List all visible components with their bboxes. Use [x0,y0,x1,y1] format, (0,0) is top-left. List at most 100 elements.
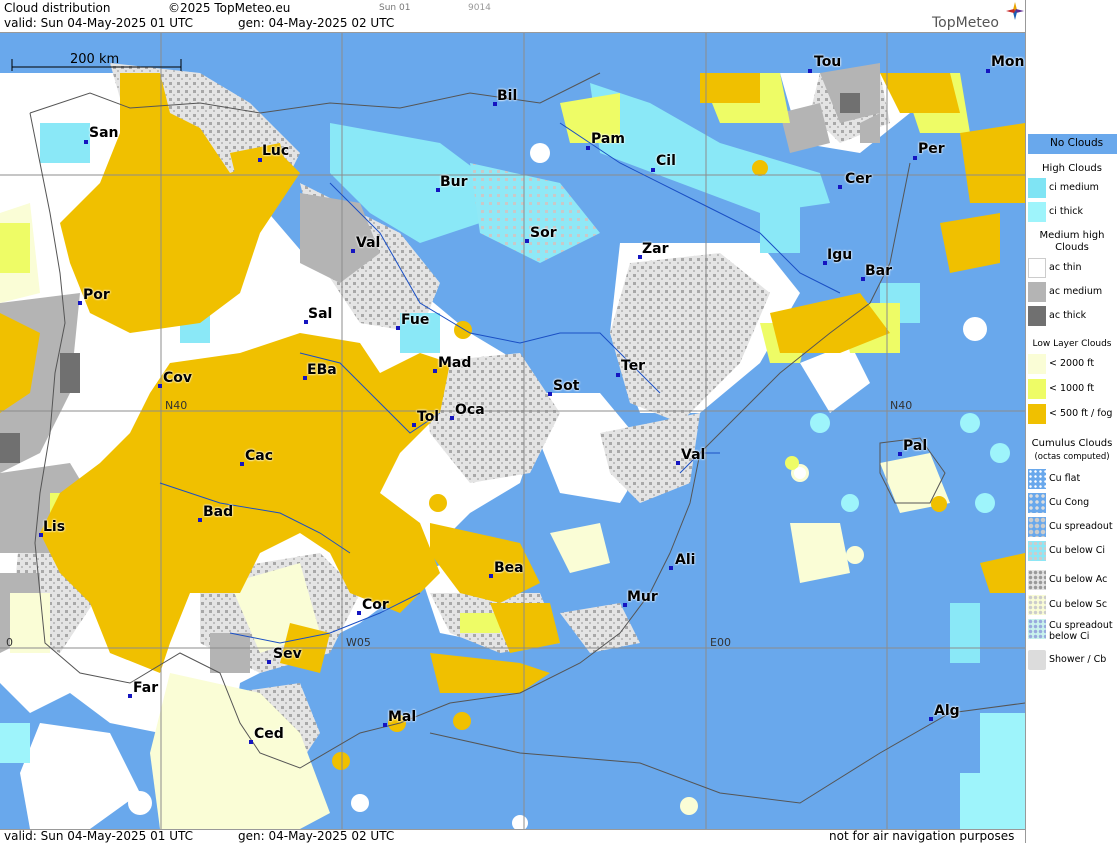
city-label[interactable]: Bea [494,560,524,576]
city-label[interactable]: Ali [675,552,695,568]
city-marker [489,574,493,578]
city-label[interactable]: Per [918,141,945,157]
city-label[interactable]: Bil [497,88,517,104]
city-label[interactable]: Fue [401,312,429,328]
city-label[interactable]: Mad [438,355,471,371]
city-label[interactable]: Tol [417,409,439,425]
city-label[interactable]: Zar [642,241,669,257]
city-label[interactable]: Val [681,447,705,463]
city-label[interactable]: San [89,125,119,141]
grid-label-w05: W05 [346,636,371,649]
legend-cumulus-sub: (octas computed) [1034,452,1110,462]
city-label[interactable]: Igu [827,247,852,263]
legend-cu-flat: Cu flat [1026,468,1117,490]
city-marker [548,392,552,396]
city-marker [586,146,590,150]
city-marker [669,566,673,570]
small-code-label: 9014 [468,3,491,13]
city-label[interactable]: Far [133,680,158,696]
city-label[interactable]: Sot [553,378,579,394]
legend-ac-thick: ac thick [1026,305,1117,327]
city-label[interactable]: Ced [254,726,284,742]
grid-label-e00: E00 [710,636,731,649]
city-marker [676,461,680,465]
legend-ci-thick: ci thick [1026,201,1117,223]
city-label[interactable]: Mal [388,709,416,725]
city-marker [128,694,132,698]
city-label[interactable]: Sal [308,306,332,322]
city-label[interactable]: Cor [362,597,389,613]
grid-label-zero: 0 [6,636,13,649]
gen-time: gen: 04-May-2025 02 UTC [238,16,395,30]
city-marker [838,185,842,189]
legend-ci-medium: ci medium [1026,177,1117,199]
legend-shower: Shower / Cb [1026,649,1117,671]
city-marker [351,249,355,253]
city-marker [898,452,902,456]
city-marker [249,740,253,744]
city-label[interactable]: Mon [991,54,1025,70]
city-label[interactable]: Oca [455,402,485,418]
city-label[interactable]: Val [356,235,380,251]
scale-label: 200 km [70,52,120,67]
city-marker [616,373,620,377]
city-marker [525,239,529,243]
legend-cu-cong: Cu Cong [1026,492,1117,514]
cloud-map[interactable]: 200 km N40 N40 W05 E00 0 Bil Tou Mon San… [0,33,1025,829]
city-marker [651,168,655,172]
small-day-label: Sun 01 [379,3,411,13]
grid-label-n40-east: N40 [890,399,913,412]
logo-text: TopMeteo [932,15,999,31]
city-label[interactable]: Bur [440,174,468,190]
legend-low-500: < 500 ft / fog [1026,403,1117,425]
legend-low-1000: < 1000 ft [1026,378,1117,400]
city-label[interactable]: Alg [934,703,960,719]
city-label[interactable]: Sor [530,225,557,241]
city-label[interactable]: Cov [163,370,192,386]
city-marker [450,416,454,420]
cloud-map-graphic [0,33,1025,829]
city-label[interactable]: Sev [273,646,302,662]
city-marker [396,326,400,330]
legend-ac-medium: ac medium [1026,281,1117,303]
city-marker [412,423,416,427]
compass-logo-icon [1006,2,1024,20]
city-marker [808,69,812,73]
legend-cu-spread-ci: Cu spreadout below Ci [1026,618,1117,646]
city-label[interactable]: Bad [203,504,233,520]
low-2000-dots [680,464,864,815]
legend-cu-spreadout: Cu spreadout [1026,516,1117,538]
city-label[interactable]: Luc [262,143,289,159]
legend-no-clouds: No Clouds [1026,133,1117,155]
city-label[interactable]: Lis [43,519,65,535]
legend-cu-below-ci: Cu below Ci [1026,540,1117,562]
city-label[interactable]: Ter [621,358,645,374]
legend-panel: No Clouds High Clouds ci medium ci thick… [1025,0,1117,843]
city-marker [158,384,162,388]
legend-cu-below-ac: Cu below Ac [1026,569,1117,591]
legend-medium-heading: Medium high Clouds [1039,230,1105,253]
city-marker [78,301,82,305]
valid-time: valid: Sun 04-May-2025 01 UTC [4,16,193,30]
city-label[interactable]: EBa [307,362,337,378]
legend-cumulus-heading: Cumulus Clouds [1031,438,1113,449]
city-marker [929,717,933,721]
footer-bar: valid: Sun 04-May-2025 01 UTC gen: 04-Ma… [0,829,1025,844]
city-label[interactable]: Bar [865,263,892,279]
city-label[interactable]: Cer [845,171,872,187]
city-marker [433,369,437,373]
city-label[interactable]: Cac [245,448,273,464]
city-label[interactable]: Cil [656,153,676,169]
city-label[interactable]: Mur [627,589,658,605]
city-label[interactable]: Pal [903,438,927,454]
city-label[interactable]: Tou [814,54,841,70]
city-label[interactable]: Pam [591,131,625,147]
city-marker [357,611,361,615]
city-label[interactable]: Por [83,287,110,303]
legend-low-heading: Low Layer Clouds [1032,339,1112,349]
legend-cu-below-sc: Cu below Sc [1026,594,1117,616]
grid-label-n40-west: N40 [165,399,188,412]
legend-low-2000: < 2000 ft [1026,353,1117,375]
footer-valid-time: valid: Sun 04-May-2025 01 UTC [4,829,193,843]
header-bar: Cloud distribution ©2025 TopMeteo.eu Sun… [0,0,1025,33]
